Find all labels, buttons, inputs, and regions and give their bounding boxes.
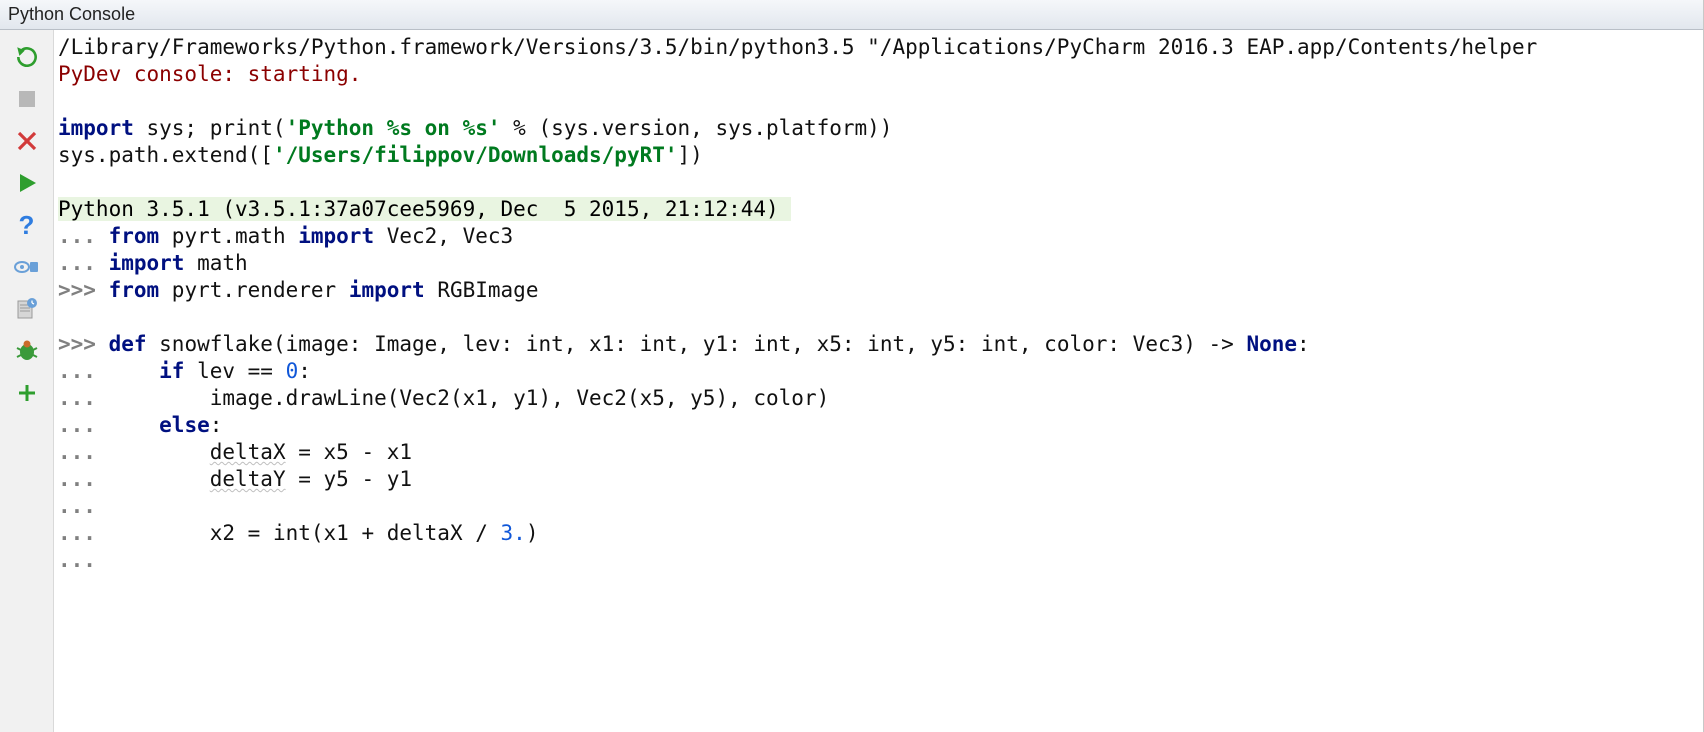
deltay-line: ... deltaY = y5 - y1	[58, 466, 1703, 493]
close-button[interactable]	[10, 124, 44, 158]
run-button[interactable]	[10, 166, 44, 200]
pydev-starting: PyDev console: starting.	[58, 61, 1703, 88]
close-icon	[16, 130, 38, 152]
x2-line: ... x2 = int(x1 + deltaX / 3.)	[58, 520, 1703, 547]
blank-line	[58, 88, 1703, 115]
import-vec-line: ... from pyrt.math import Vec2, Vec3	[58, 223, 1703, 250]
help-button[interactable]: ?	[10, 208, 44, 242]
rerun-icon	[14, 44, 40, 70]
stop-button[interactable]	[10, 82, 44, 116]
show-variables-button[interactable]	[10, 250, 44, 284]
continuation-line: ...	[58, 493, 1703, 520]
panel-body: ?	[0, 30, 1703, 732]
panel-title-text: Python Console	[8, 4, 135, 24]
panel-title: Python Console	[0, 0, 1703, 30]
import-math-line: ... import math	[58, 250, 1703, 277]
import-rgbimage-line: >>> from pyrt.renderer import RGBImage	[58, 277, 1703, 304]
syspath-extend-line: sys.path.extend(['/Users/filippov/Downlo…	[58, 142, 1703, 169]
help-icon: ?	[19, 210, 35, 241]
console-toolbar: ?	[0, 30, 54, 732]
debug-button[interactable]	[10, 334, 44, 368]
stop-icon	[17, 89, 37, 109]
rerun-button[interactable]	[10, 40, 44, 74]
run-icon	[16, 172, 38, 194]
variables-icon	[14, 257, 40, 277]
blank-line	[58, 169, 1703, 196]
python-version-line: Python 3.5.1 (v3.5.1:37a07cee5969, Dec 5…	[58, 196, 1703, 223]
deltax-line: ... deltaX = x5 - x1	[58, 439, 1703, 466]
def-snowflake-line: >>> def snowflake(image: Image, lev: int…	[58, 331, 1703, 358]
if-line: ... if lev == 0:	[58, 358, 1703, 385]
else-line: ... else:	[58, 412, 1703, 439]
add-icon	[16, 382, 38, 404]
interpreter-path: /Library/Frameworks/Python.framework/Ver…	[58, 34, 1703, 61]
history-button[interactable]	[10, 292, 44, 326]
console-output[interactable]: /Library/Frameworks/Python.framework/Ver…	[54, 30, 1703, 732]
import-sys-line: import sys; print('Python %s on %s' % (s…	[58, 115, 1703, 142]
console-panel: Python Console	[0, 0, 1704, 732]
history-icon	[15, 297, 39, 321]
debug-icon	[14, 339, 40, 363]
drawline-line: ... image.drawLine(Vec2(x1, y1), Vec2(x5…	[58, 385, 1703, 412]
continuation-line: ...	[58, 547, 1703, 574]
blank-line	[58, 304, 1703, 331]
add-button[interactable]	[10, 376, 44, 410]
